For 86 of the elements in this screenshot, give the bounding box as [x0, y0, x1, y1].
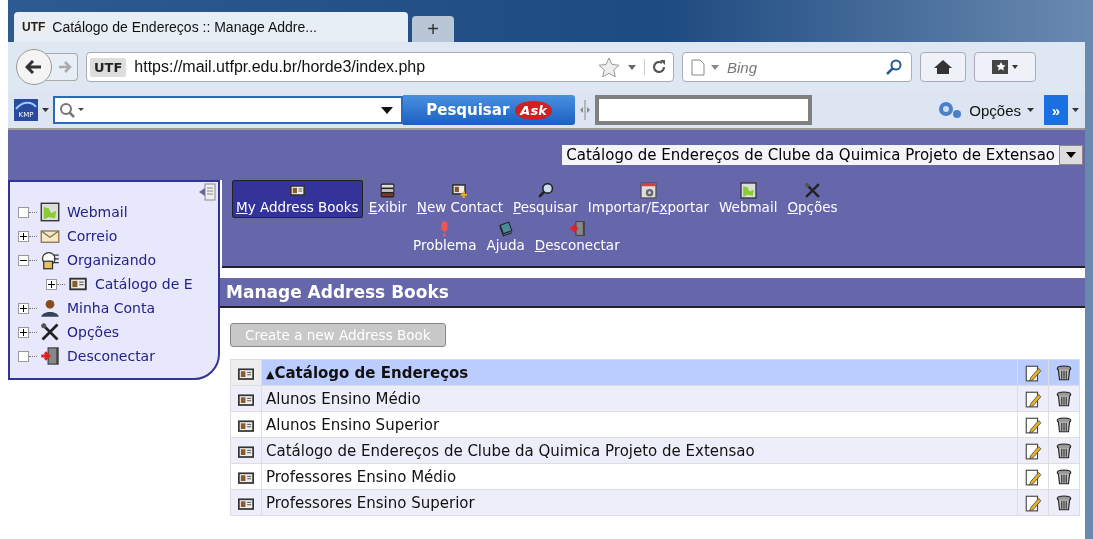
trash-icon[interactable]: [1055, 415, 1073, 434]
menu-item[interactable]: Importar/Exportar: [583, 180, 714, 218]
map-icon: [40, 202, 60, 222]
toolbar-search-field[interactable]: [53, 96, 403, 124]
reload-icon[interactable]: [644, 59, 667, 75]
table-cell[interactable]: Catálogo de Endereços de Clube da Quimica Projeto de Extensao: [261, 437, 1018, 464]
edit-icon[interactable]: [1024, 415, 1042, 434]
menu-item[interactable]: Desconectar: [530, 218, 624, 256]
address-book-select[interactable]: Catálogo de Endereços de Clube da Quimica Projeto de Extensao: [562, 145, 1083, 165]
table-cell[interactable]: Professores Ensino Médio: [261, 463, 1018, 490]
menu-item[interactable]: Problema: [409, 218, 481, 256]
menu-item[interactable]: My Address Books: [232, 180, 363, 218]
dropdown-icon[interactable]: [381, 106, 393, 114]
site-logo: UTF: [90, 57, 127, 77]
trash-icon[interactable]: [1055, 441, 1073, 460]
caret-icon: [1066, 152, 1076, 158]
edit-icon[interactable]: [1024, 363, 1042, 382]
trash-icon[interactable]: [1055, 363, 1073, 382]
gear-folder-icon: [40, 250, 60, 270]
menu-item[interactable]: Webmail: [715, 180, 782, 218]
gears-icon: [937, 101, 964, 119]
sidebar-link[interactable]: Minha Conta: [67, 300, 156, 316]
exit-icon: [40, 346, 60, 366]
back-button[interactable]: [16, 49, 52, 85]
more-button[interactable]: »: [1044, 95, 1068, 125]
trash-icon[interactable]: [1055, 467, 1073, 486]
ask-logo: Ask: [515, 100, 552, 120]
search-field[interactable]: Bing: [682, 52, 912, 82]
tab-title: Catálogo de Endereços :: Manage Addre...: [52, 19, 317, 35]
forward-arrow-icon: [57, 61, 72, 73]
search-icon[interactable]: [885, 58, 903, 76]
options-button[interactable]: Opções: [931, 100, 1040, 120]
tree-expander[interactable]: [18, 326, 29, 338]
browser-tab[interactable]: UTF Catálogo de Endereços :: Manage Addre...: [14, 12, 408, 42]
menu-item[interactable]: Pesquisar: [509, 180, 582, 218]
tree-expander[interactable]: [46, 278, 57, 290]
collapse-icon[interactable]: [198, 183, 216, 201]
address-bar[interactable]: UTF https://mail.utfpr.edu.br/horde3/index.php: [86, 52, 674, 82]
book-icon: [497, 220, 515, 237]
back-arrow-icon: [25, 60, 43, 74]
search-input[interactable]: Bing: [725, 57, 879, 77]
toolbar-text-field[interactable]: [595, 95, 812, 125]
section-title: Manage Address Books: [226, 282, 449, 302]
url-text: https://mail.utfpr.edu.br/horde3/index.php: [134, 58, 427, 76]
search-icon: [59, 102, 85, 118]
edit-icon[interactable]: [1024, 389, 1042, 408]
caret-icon: [1027, 108, 1034, 112]
sidebar-link[interactable]: Opções: [67, 324, 120, 340]
sidebar-link[interactable]: Desconectar: [67, 348, 155, 364]
tree-expander[interactable]: [18, 230, 29, 242]
site-logo: UTF: [20, 20, 48, 34]
sidebar-link[interactable]: Catálogo de E: [95, 276, 193, 292]
address-card-icon: [288, 182, 306, 199]
table-cell[interactable]: Professores Ensino Superior: [261, 489, 1018, 516]
gear-window-icon: [639, 182, 657, 199]
menu-item[interactable]: Ajuda: [482, 218, 529, 256]
bookmarks-button[interactable]: [974, 52, 1036, 82]
edit-icon[interactable]: [1024, 441, 1042, 460]
card-plus-icon: [451, 182, 469, 199]
table-cell[interactable]: Alunos Ensino Superior: [261, 411, 1018, 438]
dropdown-icon[interactable]: [42, 108, 49, 112]
star-caret-icon: [991, 59, 1019, 75]
tree-expander[interactable]: [18, 254, 29, 266]
resize-handle-icon[interactable]: [579, 100, 591, 120]
sidebar-link[interactable]: Correio: [67, 228, 118, 244]
menu-item[interactable]: Opções: [783, 180, 842, 218]
trash-icon[interactable]: [1055, 493, 1073, 512]
exit-icon: [568, 220, 586, 237]
star-icon[interactable]: [598, 57, 620, 77]
home-button[interactable]: [920, 52, 966, 82]
table-cell[interactable]: Alunos Ensino Médio: [261, 385, 1018, 412]
home-icon: [933, 59, 953, 75]
sidebar-link[interactable]: Webmail: [67, 204, 128, 220]
tree-expander[interactable]: [18, 302, 29, 314]
edit-icon[interactable]: [1024, 467, 1042, 486]
edit-icon[interactable]: [1024, 493, 1042, 512]
search-button[interactable]: Pesquisar Ask: [403, 95, 575, 125]
trash-icon[interactable]: [1055, 389, 1073, 408]
tools-icon: [40, 322, 60, 342]
new-tab-button[interactable]: +: [412, 16, 454, 42]
table-cell[interactable]: ▲Catálogo de Endereços: [261, 359, 1018, 386]
menu-item[interactable]: New Contact: [412, 180, 508, 218]
menu-item[interactable]: Exibir: [364, 180, 411, 218]
sidebar-link[interactable]: Organizando: [67, 252, 156, 268]
person-icon: [40, 298, 60, 318]
dropdown-icon[interactable]: [1072, 108, 1079, 112]
